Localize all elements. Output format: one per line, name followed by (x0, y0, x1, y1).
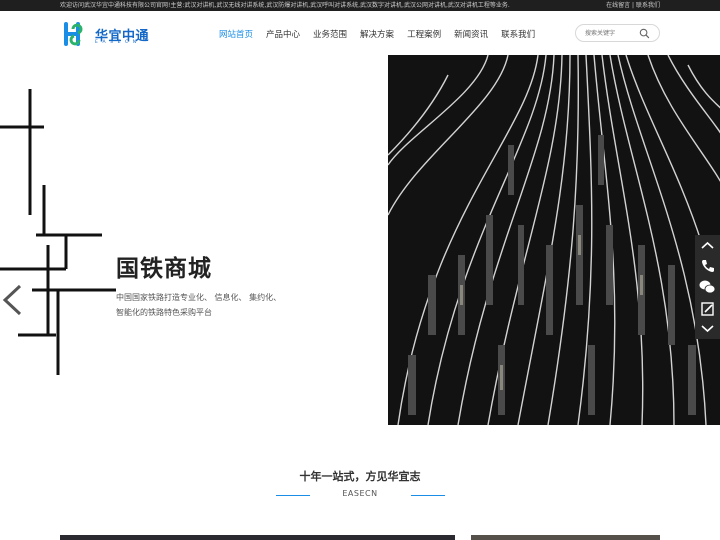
site-header: 华宜中通 EASECN 网站首页 产品中心 业务范围 解决方案 工程案例 新闻资… (0, 11, 720, 55)
message-link[interactable]: 在线留言 (606, 2, 630, 9)
edit-icon (701, 302, 714, 316)
subtitle-line-right (411, 495, 445, 496)
nav-item-news[interactable]: 新闻资讯 (454, 28, 488, 40)
chevron-left-icon (2, 284, 22, 316)
nav-item-cases[interactable]: 工程案例 (407, 28, 441, 40)
contact-link[interactable]: 联系我们 (636, 2, 660, 9)
main-nav: 网站首页 产品中心 业务范围 解决方案 工程案例 新闻资讯 联系我们 (219, 28, 548, 40)
logo-mark-icon (64, 22, 83, 46)
hero-desc-line-1: 中国国家铁路打造专业化、 信息化、 集约化、 (116, 293, 282, 302)
prev-slide-button[interactable] (0, 280, 26, 320)
section-title: 十年一站式，方见华宜志 (299, 470, 421, 483)
top-bar: 欢迎访问武汉华宜中通科技有限公司官网!主营:武汉对讲机,武汉无线对讲系统,武汉防… (0, 0, 720, 11)
hero-desc-line-2: 智能化的铁路特色采购平台 (116, 308, 212, 317)
side-toolbar (695, 235, 720, 339)
railway-photo (388, 55, 720, 425)
section-subtitle: EASECN (342, 489, 378, 498)
wechat-icon (699, 280, 716, 294)
nav-item-business[interactable]: 业务范围 (313, 28, 347, 40)
case-image-1[interactable] (60, 535, 455, 540)
decorative-lines (0, 89, 116, 375)
chevron-down-icon (701, 325, 714, 333)
search-box (575, 24, 660, 42)
message-button[interactable] (695, 298, 720, 320)
railway-tracks-image (388, 55, 720, 425)
phone-icon (701, 260, 714, 273)
case-image-2[interactable] (471, 535, 660, 540)
chevron-up-icon (701, 241, 714, 249)
logo-subtext: EASECN (95, 40, 141, 45)
phone-button[interactable] (695, 255, 720, 277)
welcome-text: 欢迎访问武汉华宜中通科技有限公司官网!主营:武汉对讲机,武汉无线对讲系统,武汉防… (60, 2, 510, 9)
nav-item-solutions[interactable]: 解决方案 (360, 28, 394, 40)
search-input[interactable] (585, 28, 640, 39)
hero-banner: 国铁商城 中国国家铁路打造专业化、 信息化、 集约化、 智能化的铁路特色采购平台 (0, 55, 720, 430)
wechat-button[interactable] (695, 276, 720, 298)
top-links-separator: | (632, 2, 635, 9)
scroll-up-button[interactable] (695, 235, 720, 257)
nav-item-home[interactable]: 网站首页 (219, 28, 253, 40)
top-links: 在线留言 | 联系我们 (606, 0, 660, 11)
hero-title: 国铁商城 (116, 256, 212, 282)
nav-item-contact[interactable]: 联系我们 (501, 28, 535, 40)
nav-item-products[interactable]: 产品中心 (266, 28, 300, 40)
search-icon[interactable] (639, 28, 650, 39)
scroll-down-button[interactable] (695, 318, 720, 340)
hero-description: 中国国家铁路打造专业化、 信息化、 集约化、 智能化的铁路特色采购平台 (116, 290, 316, 320)
